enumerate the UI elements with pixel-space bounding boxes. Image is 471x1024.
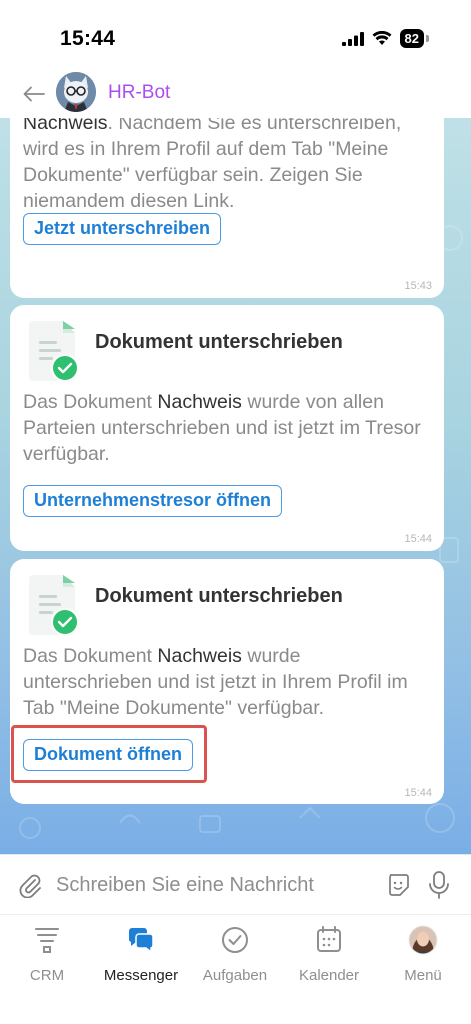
message-time: 15:44 bbox=[404, 533, 432, 545]
message-card-1: Nachweis. Nachdem Sie es unterschreiben,… bbox=[10, 118, 444, 298]
message-text: Nachweis. Nachdem Sie es unterschreiben,… bbox=[23, 118, 433, 214]
highlight-box bbox=[11, 725, 207, 783]
signed-document-icon bbox=[29, 321, 79, 381]
battery-tip bbox=[426, 35, 429, 42]
bot-avatar[interactable] bbox=[56, 72, 96, 112]
status-time: 15:44 bbox=[60, 27, 116, 50]
tab-label: Messenger bbox=[103, 967, 179, 984]
status-bar: 15:44 82 bbox=[0, 0, 471, 70]
sticker-icon[interactable] bbox=[386, 873, 410, 897]
arrow-left-icon bbox=[23, 86, 45, 102]
message-input[interactable]: Schreiben Sie eine Nachricht bbox=[56, 874, 314, 897]
document-name: Nachweis bbox=[23, 118, 108, 134]
bottom-tab-bar: CRM Messenger Aufgaben Kalender Menü bbox=[0, 914, 471, 1024]
message-text: Das Dokument Nachweis wurde von allen Pa… bbox=[23, 389, 433, 467]
tab-tasks[interactable]: Aufgaben bbox=[188, 925, 282, 984]
tab-label: Kalender bbox=[298, 967, 360, 984]
tasks-check-icon bbox=[188, 925, 282, 955]
wifi-icon bbox=[372, 31, 392, 45]
tab-label: CRM bbox=[29, 967, 65, 984]
document-name: Nachweis bbox=[157, 645, 242, 667]
tab-crm[interactable]: CRM bbox=[0, 925, 94, 984]
status-icons: 82 bbox=[341, 29, 429, 48]
bot-name[interactable]: HR-Bot bbox=[108, 82, 170, 104]
message-time: 15:43 bbox=[404, 280, 432, 292]
tab-messenger[interactable]: Messenger bbox=[94, 925, 188, 984]
sign-now-button[interactable]: Jetzt unterschreiben bbox=[23, 213, 222, 245]
microphone-icon[interactable] bbox=[428, 871, 450, 899]
message-body-pre: Das Dokument bbox=[23, 645, 158, 667]
messenger-icon bbox=[94, 925, 188, 955]
user-avatar-icon bbox=[376, 925, 470, 955]
message-card-2: Dokument unterschrieben Das Dokument Nac… bbox=[10, 305, 444, 551]
message-text: Das Dokument Nachweis wurde unterschrieb… bbox=[23, 643, 433, 721]
calendar-icon bbox=[282, 925, 376, 955]
tab-label: Aufgaben bbox=[202, 967, 268, 984]
tab-calendar[interactable]: Kalender bbox=[282, 925, 376, 984]
tab-menu[interactable]: Menü bbox=[376, 925, 470, 984]
tab-label: Menü bbox=[404, 967, 442, 984]
open-company-vault-button[interactable]: Unternehmenstresor öffnen bbox=[23, 485, 283, 517]
crm-icon bbox=[0, 925, 94, 955]
message-body-pre: Das Dokument bbox=[23, 391, 158, 413]
document-name: Nachweis bbox=[157, 391, 242, 413]
signed-document-icon bbox=[29, 575, 79, 635]
message-input-bar: Schreiben Sie eine Nachricht bbox=[0, 854, 471, 914]
message-time: 15:44 bbox=[404, 787, 432, 799]
signal-icon bbox=[341, 31, 364, 46]
battery-indicator: 82 bbox=[399, 29, 424, 48]
chat-header: HR-Bot bbox=[0, 70, 471, 118]
paperclip-icon[interactable] bbox=[17, 872, 43, 898]
message-title: Dokument unterschrieben bbox=[95, 585, 343, 607]
message-title: Dokument unterschrieben bbox=[95, 331, 343, 353]
back-button[interactable] bbox=[20, 80, 48, 108]
bot-avatar-icon bbox=[56, 72, 96, 112]
